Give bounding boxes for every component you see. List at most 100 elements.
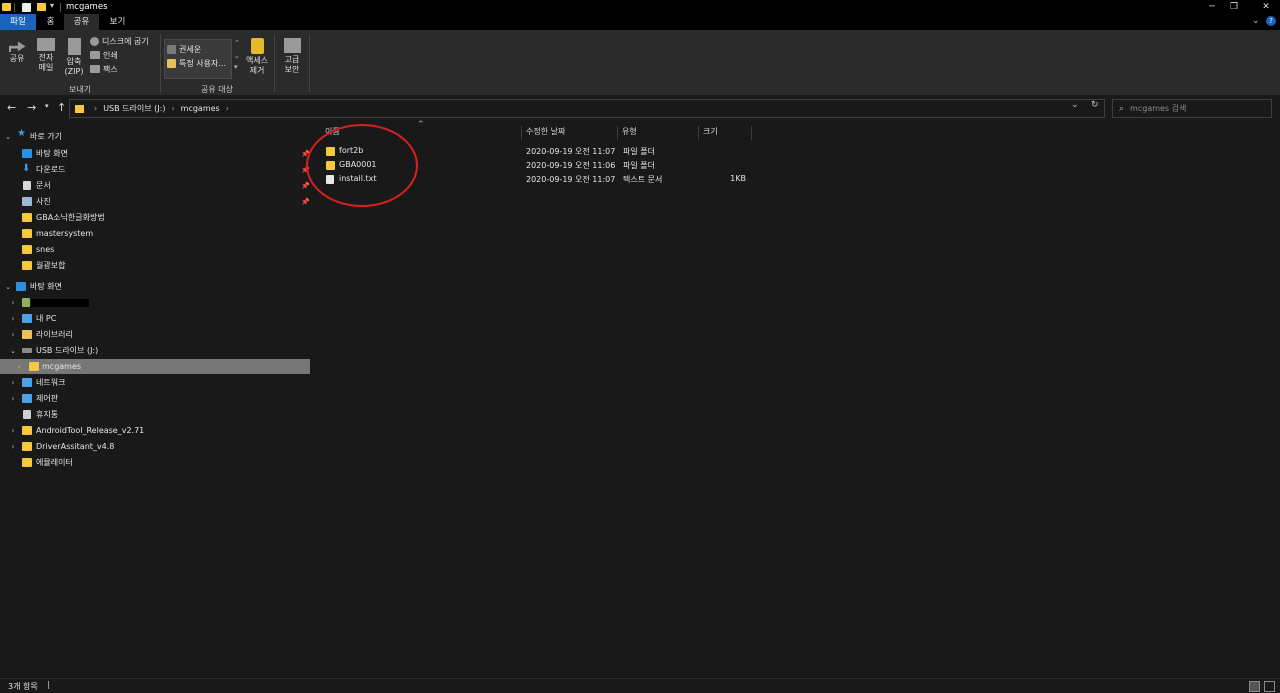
back-icon[interactable]: ← <box>7 101 16 114</box>
tab-share[interactable]: 공유 <box>64 14 99 30</box>
remove-access-button[interactable]: 액세스 제거 <box>244 38 270 76</box>
column-divider[interactable] <box>698 126 699 140</box>
sidebar-item-usb-drive[interactable]: ⌄ USB 드라이브 (J:) <box>0 343 310 358</box>
chevron-down-icon[interactable]: ⌄ <box>4 283 12 291</box>
sidebar-item-network[interactable]: › 네트워크 <box>0 375 310 390</box>
scroll-up-icon[interactable]: ⌃ <box>234 39 240 47</box>
email-label-1: 전자 <box>38 53 54 62</box>
chevron-right-icon[interactable]: › <box>9 379 17 387</box>
close-button[interactable]: ✕ <box>1246 0 1280 14</box>
properties-icon[interactable] <box>22 3 31 12</box>
sidebar-item-desktop[interactable]: 바탕 화면 📌 <box>0 146 310 161</box>
tab-home[interactable]: 홈 <box>37 14 64 30</box>
pin-icon[interactable]: 📌 <box>301 198 310 206</box>
column-header-name[interactable]: 이름 <box>325 124 521 140</box>
chevron-right-icon[interactable]: › <box>9 331 17 339</box>
email-icon <box>37 38 55 51</box>
sidebar-item-desktop-root[interactable]: ⌄ 바탕 화면 <box>0 279 310 294</box>
pin-icon[interactable]: 📌 <box>301 166 310 174</box>
file-type: 파일 폴더 <box>623 147 655 156</box>
sidebar-item-control-panel[interactable]: › 제어판 <box>0 391 310 406</box>
sidebar-item-emulator[interactable]: 에뮬레이터 <box>0 455 310 470</box>
sidebar-item-gba-folder[interactable]: GBA소닉한글화방법 <box>0 210 310 225</box>
sidebar-item-downloads[interactable]: ⬇ 다운로드 📌 <box>0 162 310 177</box>
expand-list-icon[interactable]: ▾ <box>234 63 238 71</box>
column-header-type[interactable]: 유형 <box>622 124 697 140</box>
sidebar-item-pictures[interactable]: 사진 📌 <box>0 194 310 209</box>
file-name: fort2b <box>339 146 364 155</box>
sidebar-item-mastersystem[interactable]: mastersystem <box>0 226 310 241</box>
column-divider[interactable] <box>617 126 618 140</box>
address-bar[interactable]: › USB 드라이브 (J:) › mcgames › <box>69 99 1105 118</box>
sidebar-item-user[interactable]: › <box>0 295 310 310</box>
breadcrumb-separator-icon[interactable]: › <box>226 104 229 113</box>
share-with-user-label: 권세운 <box>179 44 202 54</box>
sidebar-item-androidtool[interactable]: › AndroidTool_Release_v2.71 <box>0 423 310 438</box>
burn-disc-button[interactable]: 디스크에 굽기 <box>90 35 149 47</box>
details-view-icon[interactable] <box>1249 681 1260 692</box>
fax-button[interactable]: 팩스 <box>90 63 118 75</box>
advanced-security-button[interactable]: 고급 보안 <box>280 38 304 75</box>
breadcrumb-usb-drive[interactable]: USB 드라이브 (J:) <box>103 103 165 114</box>
breadcrumb-separator-icon[interactable]: › <box>171 104 174 113</box>
recent-locations-icon[interactable]: ▾ <box>45 102 49 110</box>
chevron-right-icon[interactable]: › <box>15 363 23 371</box>
new-folder-icon[interactable] <box>37 3 46 11</box>
zip-label-2: (ZIP) <box>64 67 84 76</box>
column-header-modified[interactable]: 수정한 날짜 <box>526 124 616 140</box>
breadcrumb-mcgames[interactable]: mcgames <box>181 104 220 113</box>
chevron-right-icon[interactable]: › <box>9 315 17 323</box>
chevron-down-icon[interactable]: ⌄ <box>4 133 12 141</box>
pin-icon[interactable]: 📌 <box>301 182 310 190</box>
pin-icon[interactable]: 📌 <box>301 150 310 158</box>
sidebar-item-documents[interactable]: 문서 📌 <box>0 178 310 193</box>
table-row[interactable]: GBA0001 2020-09-19 오전 11:06 파일 폴더 <box>313 159 813 173</box>
help-icon[interactable]: ? <box>1266 16 1276 26</box>
sidebar-item-this-pc[interactable]: › 내 PC <box>0 311 310 326</box>
sidebar-item-wolgwang[interactable]: 월광보합 <box>0 258 310 273</box>
search-box[interactable]: ⌕ mcgames 검색 <box>1112 99 1272 118</box>
share-button[interactable]: 공유 <box>6 38 28 64</box>
table-row[interactable]: install.txt 2020-09-19 오전 11:07 텍스트 문서 1… <box>313 173 813 187</box>
zip-label-1: 압축 <box>66 57 82 66</box>
sidebar-item-snes[interactable]: snes <box>0 242 310 257</box>
share-label: 공유 <box>9 54 25 63</box>
column-header-size[interactable]: 크기 <box>703 124 750 140</box>
sidebar-item-quick-access[interactable]: ⌄ ★ 바로 가기 <box>0 128 310 144</box>
scroll-down-icon[interactable]: ⌄ <box>234 52 240 60</box>
chevron-right-icon[interactable]: › <box>9 299 17 307</box>
tab-file[interactable]: 파일 <box>0 14 36 30</box>
forward-icon[interactable]: → <box>27 101 36 114</box>
sidebar-item-driverassitant[interactable]: › DriverAssitant_v4.8 <box>0 439 310 454</box>
zip-button[interactable]: 압축 (ZIP) <box>63 38 85 77</box>
advanced-label-2: 보안 <box>284 65 300 74</box>
chevron-right-icon[interactable]: › <box>9 427 17 435</box>
chevron-right-icon[interactable]: › <box>9 395 17 403</box>
breadcrumb-separator-icon[interactable]: › <box>94 104 97 113</box>
table-row[interactable]: fort2b 2020-09-19 오전 11:07 파일 폴더 <box>313 145 813 159</box>
sidebar-item-label: mcgames <box>42 362 82 371</box>
share-with-list[interactable]: 권세운 특정 사용자... <box>164 39 232 79</box>
address-dropdown-icon[interactable]: ⌄ <box>1071 100 1079 110</box>
divider <box>274 34 275 92</box>
column-divider[interactable] <box>521 126 522 140</box>
large-icons-view-icon[interactable] <box>1264 681 1275 692</box>
refresh-icon[interactable]: ↻ <box>1091 100 1099 110</box>
chevron-down-icon[interactable]: ⌄ <box>9 347 17 355</box>
sidebar-item-recycle-bin[interactable]: 휴지통 <box>0 407 310 422</box>
sidebar-item-mcgames[interactable]: › mcgames <box>0 359 310 374</box>
send-group-label: 보내기 <box>68 85 92 94</box>
quick-access-dropdown-icon[interactable]: ▾ <box>50 1 54 11</box>
sidebar-item-label: mastersystem <box>36 229 94 238</box>
collapse-ribbon-icon[interactable]: ⌄ <box>1252 16 1260 26</box>
tab-view[interactable]: 보기 <box>100 14 135 30</box>
chevron-right-icon[interactable]: › <box>9 443 17 451</box>
share-with-user-item[interactable]: 권세운 <box>167 43 201 55</box>
sidebar-item-libraries[interactable]: › 라이브러리 <box>0 327 310 342</box>
column-divider[interactable] <box>751 126 752 140</box>
divider <box>160 34 161 92</box>
print-button[interactable]: 인쇄 <box>90 49 118 61</box>
email-button[interactable]: 전자 메일 <box>35 38 57 73</box>
up-icon[interactable]: ↑ <box>57 101 66 114</box>
share-with-specific-item[interactable]: 특정 사용자... <box>167 57 226 69</box>
